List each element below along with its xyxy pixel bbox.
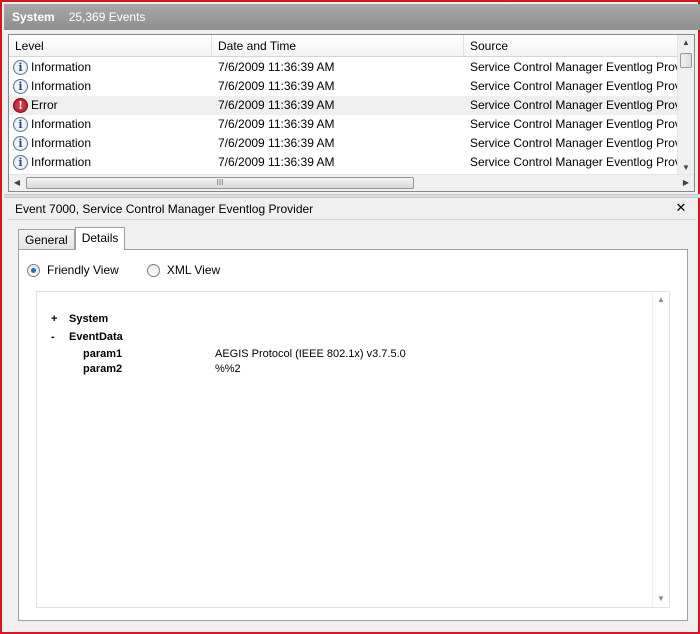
date-cell: 7/6/2009 11:36:39 AM xyxy=(218,117,335,131)
event-count: 25,369 Events xyxy=(68,10,146,24)
level-cell: i Information xyxy=(9,58,212,77)
param-row: param2 %%2 xyxy=(51,361,406,376)
scroll-left-arrow-icon[interactable]: ◀ xyxy=(9,175,25,191)
level-cell: ! Error xyxy=(9,96,212,115)
column-header-level[interactable]: Level xyxy=(9,35,212,57)
details-vertical-scrollbar[interactable]: ▲ ▼ xyxy=(652,292,669,607)
level-text: Error xyxy=(31,98,58,112)
scroll-up-arrow-icon[interactable]: ▲ xyxy=(653,292,669,308)
close-icon[interactable]: ✕ xyxy=(674,201,688,215)
info-icon: i xyxy=(13,79,28,94)
tree-node-eventdata[interactable]: - EventData xyxy=(51,328,406,346)
log-header: System 25,369 Events xyxy=(4,4,700,30)
source-cell: Service Control Manager Eventlog Prov xyxy=(470,98,678,112)
level-cell: i Information xyxy=(9,153,212,172)
xml-view-option[interactable]: XML View xyxy=(146,263,220,277)
column-header-source[interactable]: Source xyxy=(464,35,678,57)
source-cell: Service Control Manager Eventlog Prov xyxy=(470,136,678,150)
scroll-right-arrow-icon[interactable]: ▶ xyxy=(678,175,694,191)
tree-node-system[interactable]: + System xyxy=(51,310,406,328)
friendly-view-radio[interactable] xyxy=(27,263,40,277)
friendly-view-label[interactable]: Friendly View xyxy=(47,263,119,277)
date-cell: 7/6/2009 11:36:39 AM xyxy=(218,136,335,150)
events-grid: Level Date and Time Source i Information… xyxy=(8,34,695,192)
param-name: param1 xyxy=(83,347,123,360)
table-row[interactable]: i Information 7/6/2009 11:36:39 AM Servi… xyxy=(9,115,678,134)
log-title: System xyxy=(12,10,55,24)
tab-details[interactable]: Details xyxy=(74,227,126,250)
vertical-scroll-thumb[interactable] xyxy=(680,53,692,68)
xml-view-label[interactable]: XML View xyxy=(167,263,220,277)
details-tree: + System - EventData param1 AEGIS Protoc… xyxy=(51,310,406,376)
level-text: Information xyxy=(31,60,92,74)
collapse-icon[interactable]: - xyxy=(51,331,69,343)
level-text: Information xyxy=(31,155,92,169)
friendly-view-panel: + System - EventData param1 AEGIS Protoc… xyxy=(36,291,670,608)
scroll-down-arrow-icon[interactable]: ▼ xyxy=(653,591,669,607)
column-header-date[interactable]: Date and Time xyxy=(212,35,464,57)
grid-vertical-scrollbar[interactable]: ▲ ▼ xyxy=(677,35,694,176)
level-text: Information xyxy=(31,136,92,150)
grid-rows: i Information 7/6/2009 11:36:39 AM Servi… xyxy=(9,58,678,172)
expand-icon[interactable]: + xyxy=(51,313,69,325)
table-row[interactable]: i Information 7/6/2009 11:36:39 AM Servi… xyxy=(9,153,678,172)
xml-view-radio[interactable] xyxy=(146,263,160,277)
source-cell: Service Control Manager Eventlog Prov xyxy=(470,117,678,131)
source-cell: Service Control Manager Eventlog Prov xyxy=(470,155,678,169)
table-row[interactable]: i Information 7/6/2009 11:36:39 AM Servi… xyxy=(9,58,678,77)
grid-horizontal-scrollbar[interactable]: ◀ III ▶ xyxy=(9,174,694,191)
view-mode-options: Friendly View XML View xyxy=(27,263,248,277)
error-icon: ! xyxy=(13,98,28,113)
source-cell: Service Control Manager Eventlog Prov xyxy=(470,79,678,93)
param-value: AEGIS Protocol (IEEE 802.1x) v3.7.5.0 xyxy=(215,347,406,360)
table-row[interactable]: i Information 7/6/2009 11:36:39 AM Servi… xyxy=(9,134,678,153)
date-cell: 7/6/2009 11:36:39 AM xyxy=(218,155,335,169)
level-cell: i Information xyxy=(9,115,212,134)
horizontal-scroll-thumb[interactable]: III xyxy=(26,177,414,189)
friendly-view-option[interactable]: Friendly View xyxy=(27,263,119,277)
param-value: %%2 xyxy=(215,362,241,375)
table-row[interactable]: ! Error 7/6/2009 11:36:39 AM Service Con… xyxy=(9,96,678,115)
date-cell: 7/6/2009 11:36:39 AM xyxy=(218,79,335,93)
level-text: Information xyxy=(31,117,92,131)
tab-general[interactable]: General xyxy=(18,229,75,249)
info-icon: i xyxy=(13,117,28,132)
param-name: param2 xyxy=(83,362,123,375)
source-cell: Service Control Manager Eventlog Prov xyxy=(470,60,678,74)
level-cell: i Information xyxy=(9,77,212,96)
info-icon: i xyxy=(13,60,28,75)
table-row[interactable]: i Information 7/6/2009 11:36:39 AM Servi… xyxy=(9,77,678,96)
info-icon: i xyxy=(13,155,28,170)
level-text: Information xyxy=(31,79,92,93)
param-row: param1 AEGIS Protocol (IEEE 802.1x) v3.7… xyxy=(51,346,406,361)
date-cell: 7/6/2009 11:36:39 AM xyxy=(218,98,335,112)
app-frame: System 25,369 Events Level Date and Time… xyxy=(0,0,700,634)
tree-node-label: EventData xyxy=(69,331,123,343)
event-details-header: Event 7000, Service Control Manager Even… xyxy=(8,198,696,220)
details-tab-panel: Friendly View XML View + System - EventD… xyxy=(18,249,688,621)
event-title: Event 7000, Service Control Manager Even… xyxy=(15,201,314,216)
level-cell: i Information xyxy=(9,134,212,153)
details-tabs: General Details xyxy=(18,227,126,250)
tree-node-label: System xyxy=(69,313,109,325)
scroll-up-arrow-icon[interactable]: ▲ xyxy=(678,35,694,51)
info-icon: i xyxy=(13,136,28,151)
date-cell: 7/6/2009 11:36:39 AM xyxy=(218,60,335,74)
grid-header: Level Date and Time Source xyxy=(9,35,678,57)
